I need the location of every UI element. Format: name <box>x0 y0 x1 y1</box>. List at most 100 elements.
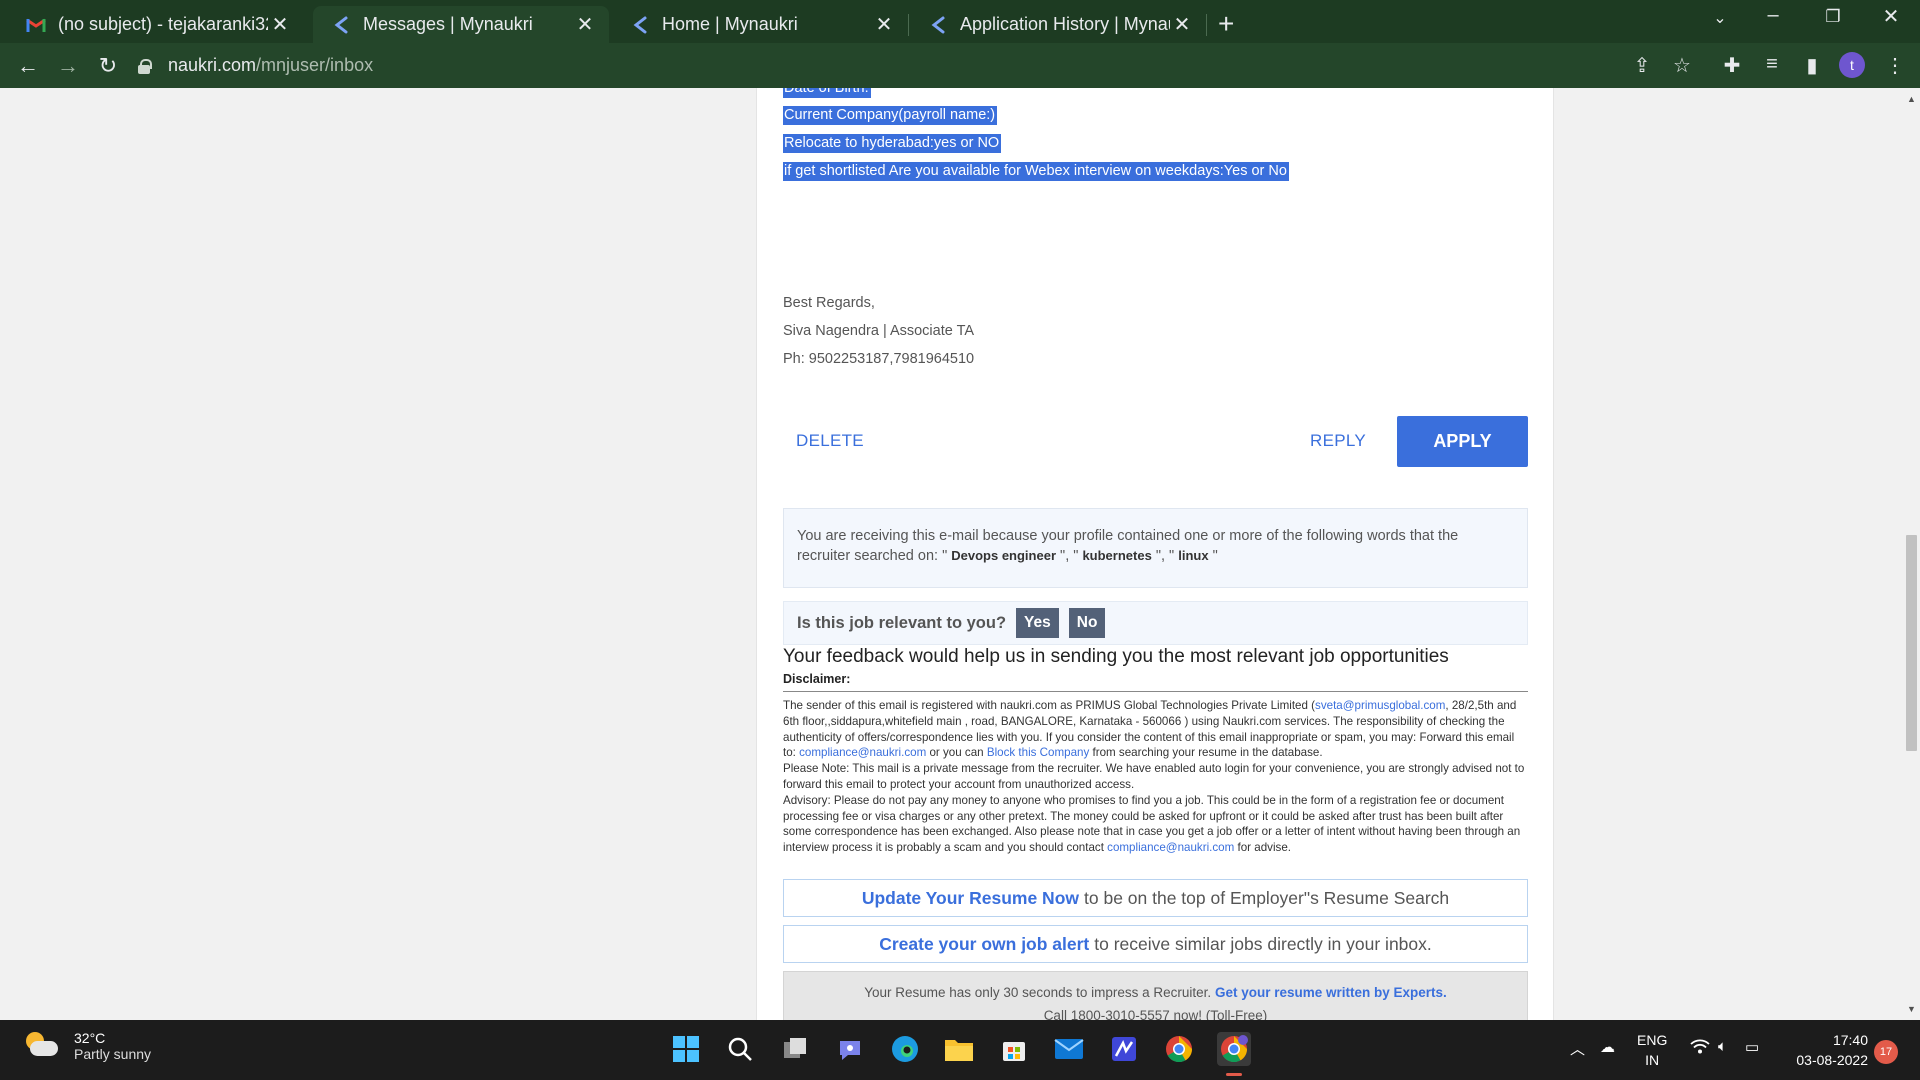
microsoft-store-icon[interactable] <box>997 1032 1031 1066</box>
media-control-icon[interactable]: ≡ <box>1757 53 1787 76</box>
signature-greeting: Best Regards, <box>783 295 875 311</box>
page-scrollbar[interactable]: ▲ ▼ <box>1903 88 1920 1020</box>
relevant-yes-button[interactable]: Yes <box>1016 608 1059 638</box>
close-icon[interactable]: ✕ <box>872 12 896 37</box>
highlighted-line: Current Company(payroll name:) <box>783 106 998 125</box>
disclaimer-text: The sender of this email is registered w… <box>783 698 1528 856</box>
disclaimer-title: Disclaimer: <box>783 672 851 686</box>
tab-separator <box>908 14 909 36</box>
close-icon[interactable]: ✕ <box>573 12 597 37</box>
relevance-question: Is this job relevant to you? <box>797 613 1007 632</box>
lock-icon[interactable] <box>138 58 152 74</box>
disclaimer-paragraph: The sender of this email is registered w… <box>783 698 1528 761</box>
volume-icon[interactable]: 🔈︎ <box>1718 1038 1727 1055</box>
back-arrow-icon[interactable]: ← <box>14 53 42 79</box>
tab-separator <box>1206 14 1207 36</box>
search-icon[interactable] <box>723 1032 757 1066</box>
resume-experts-link[interactable]: Get your resume written by Experts. <box>1215 985 1447 1000</box>
highlighted-line: if get shortlisted Are you available for… <box>783 162 1289 181</box>
tab-gmail[interactable]: (no subject) - tejakaranki321@gm ✕ <box>8 6 304 43</box>
naukri-icon <box>630 15 650 35</box>
tab-messages[interactable]: Messages | Mynaukri ✕ <box>313 6 609 43</box>
close-icon[interactable]: ✕ <box>268 12 292 37</box>
partly-sunny-icon <box>24 1032 60 1060</box>
windows-start-icon[interactable] <box>669 1032 703 1066</box>
file-explorer-icon[interactable] <box>942 1032 976 1066</box>
weather-widget[interactable]: 32°C Partly sunny <box>24 1030 151 1062</box>
signature-phone: Ph: 9502253187,7981964510 <box>783 351 975 367</box>
url-text: naukri.com/mnjuser/inbox <box>168 55 373 76</box>
notification-badge[interactable]: 17 <box>1874 1040 1898 1064</box>
share-icon[interactable]: ⇪ <box>1627 53 1657 78</box>
job-relevance-bar: Is this job relevant to you? Yes No <box>783 601 1528 645</box>
address-bar[interactable]: naukri.com/mnjuser/inbox <box>138 49 1660 82</box>
profile-avatar[interactable]: t <box>1839 52 1865 78</box>
tab-title: Home | Mynaukri <box>662 14 798 34</box>
block-company-link[interactable]: Block this Company <box>987 746 1089 759</box>
scroll-down-arrow-icon[interactable]: ▼ <box>1907 1004 1916 1014</box>
compliance-email-link[interactable]: compliance@naukri.com <box>1107 841 1234 854</box>
maximize-button[interactable]: ❐ <box>1813 7 1853 27</box>
relevant-no-button[interactable]: No <box>1068 608 1106 638</box>
side-panel-icon[interactable]: ▮ <box>1797 53 1827 78</box>
chrome-profile-icon[interactable] <box>1217 1032 1251 1066</box>
tab-home[interactable]: Home | Mynaukri ✕ <box>612 6 908 43</box>
cta-text: to receive similar jobs directly in your… <box>1094 933 1432 954</box>
resume-call-text: Call 1800-3010-5557 now! (Toll-Free) <box>1043 1008 1268 1020</box>
resume-service-text: Your Resume has only 30 seconds to impre… <box>864 985 1212 1000</box>
clock-time: 17:40 <box>1832 1032 1868 1048</box>
temperature: 32°C <box>74 1030 106 1046</box>
new-tab-button[interactable]: + <box>1218 8 1234 40</box>
compliance-email-link[interactable]: compliance@naukri.com <box>799 746 926 759</box>
highlighted-line: Date of Birth: <box>783 88 871 98</box>
mail-icon[interactable] <box>1052 1032 1086 1066</box>
menu-kebab-icon[interactable]: ⋮ <box>1880 53 1910 78</box>
language-indicator[interactable]: ENG IN <box>1637 1030 1667 1070</box>
disclaimer-span: The sender of this email is registered w… <box>783 699 1316 712</box>
battery-icon[interactable]: ▭ <box>1745 1038 1759 1056</box>
delete-button[interactable]: DELETE <box>796 431 864 451</box>
active-app-indicator <box>1226 1073 1242 1076</box>
resume-service-box: Your Resume has only 30 seconds to impre… <box>783 971 1528 1020</box>
gmail-icon <box>26 15 46 35</box>
create-job-alert-link[interactable]: Create your own job alert <box>879 934 1089 955</box>
update-resume-link[interactable]: Update Your Resume Now <box>862 888 1079 909</box>
bookmark-star-icon[interactable]: ☆ <box>1667 53 1697 78</box>
tab-strip: (no subject) - tejakaranki321@gm ✕ Messa… <box>0 0 1920 43</box>
reload-icon[interactable]: ↻ <box>94 53 122 79</box>
tab-search-icon[interactable]: ⌄ <box>1700 8 1740 28</box>
system-clock[interactable]: 17:40 03-08-2022 <box>1780 1030 1868 1070</box>
forward-arrow-icon[interactable]: → <box>54 53 82 79</box>
editor-app-icon[interactable] <box>1107 1032 1141 1066</box>
naukri-icon <box>331 15 351 35</box>
language-code: ENG <box>1637 1032 1668 1048</box>
disclaimer-span: or you can <box>926 746 987 760</box>
disclaimer-span: from searching your resume in the databa… <box>1089 746 1323 760</box>
chrome-icon[interactable] <box>1162 1032 1196 1066</box>
close-icon[interactable]: ✕ <box>1170 12 1194 37</box>
naukri-icon <box>928 15 948 35</box>
tab-title: Messages | Mynaukri <box>363 14 533 34</box>
keyword: kubernetes <box>1082 548 1152 563</box>
apply-button[interactable]: APPLY <box>1397 416 1528 467</box>
sender-email-link[interactable]: sveta@primusglobal.com <box>1315 699 1445 712</box>
minimize-button[interactable]: – <box>1753 4 1793 27</box>
reply-button[interactable]: REPLY <box>1310 431 1366 451</box>
task-view-icon[interactable] <box>778 1032 812 1066</box>
browser-toolbar: ← → ↻ naukri.com/mnjuser/inbox ⇪ ☆ ✚ ≡ ▮… <box>0 43 1920 88</box>
close-window-button[interactable]: ✕ <box>1871 4 1911 29</box>
onedrive-cloud-icon[interactable]: ☁ <box>1600 1038 1615 1056</box>
show-hidden-icons-chevron-icon[interactable]: ︿ <box>1570 1038 1585 1059</box>
url-path: /mnjuser/inbox <box>256 55 374 75</box>
teams-chat-icon[interactable] <box>833 1032 867 1066</box>
job-alert-banner: Create your own job alert to receive sim… <box>783 925 1528 963</box>
keyword: linux <box>1178 548 1209 563</box>
wifi-icon[interactable] <box>1690 1038 1710 1058</box>
edge-browser-icon[interactable] <box>888 1032 922 1066</box>
scrollbar-thumb[interactable] <box>1906 535 1917 751</box>
extensions-puzzle-icon[interactable]: ✚ <box>1717 53 1747 78</box>
resume-service-line: Your Resume has only 30 seconds to impre… <box>784 981 1527 1004</box>
windows-taskbar: 32°C Partly sunny ︿ ☁ ENG IN 🔈︎ ▭ 17:40 … <box>0 1020 1920 1080</box>
scroll-up-arrow-icon[interactable]: ▲ <box>1907 94 1916 104</box>
tab-application-history[interactable]: Application History | Mynaukri ✕ <box>910 6 1206 43</box>
